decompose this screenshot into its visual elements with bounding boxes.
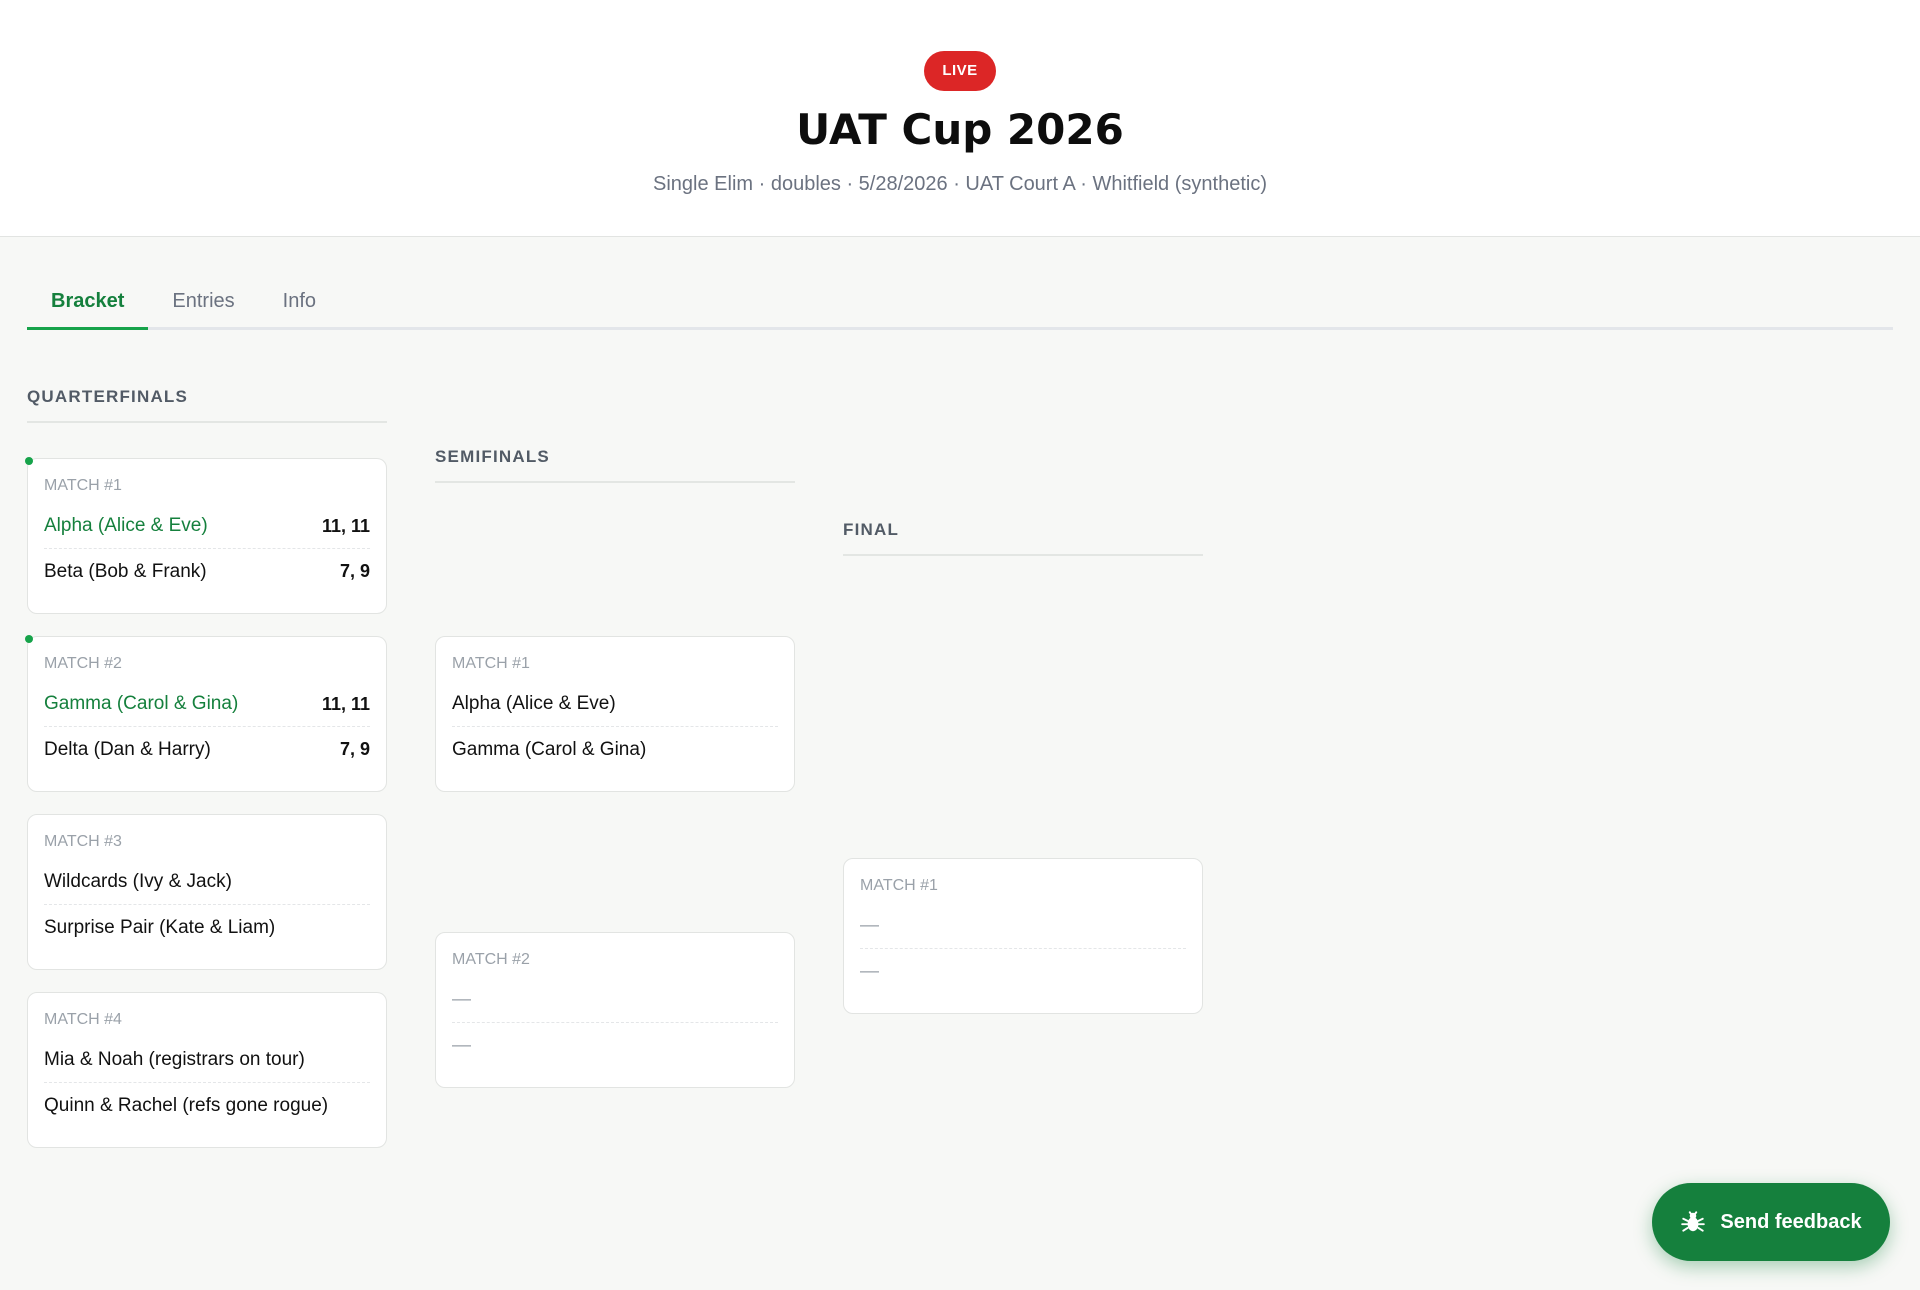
team-row: Wildcards (Ivy & Jack): [44, 860, 370, 905]
send-feedback-button[interactable]: Send feedback: [1652, 1183, 1890, 1261]
team-row: Alpha (Alice & Eve) 11, 11: [44, 504, 370, 549]
tournament-header: LIVE UAT Cup 2026 Single Elim · doubles …: [0, 0, 1920, 237]
match-label: MATCH #1: [452, 655, 530, 672]
match-label: MATCH #1: [44, 477, 122, 494]
team-row: Delta (Dan & Harry) 7, 9: [44, 727, 370, 772]
team-score: 11, 11: [321, 693, 370, 714]
team-row: Beta (Bob & Frank) 7, 9: [44, 549, 370, 594]
team-name: Beta (Bob & Frank): [44, 560, 207, 582]
team-name-placeholder: —: [452, 989, 471, 1010]
team-name-placeholder: —: [860, 960, 879, 982]
team-row: Quinn & Rachel (refs gone rogue): [44, 1083, 370, 1128]
qf-match-1[interactable]: MATCH #1 Alpha (Alice & Eve) 11, 11 Beta…: [25, 457, 387, 614]
qf-match-4[interactable]: MATCH #4 Mia & Noah (registrars on tour)…: [27, 992, 387, 1148]
live-indicator: [25, 635, 33, 643]
tab-bar: Bracket Entries Info: [27, 278, 1893, 330]
team-score: 7, 9: [339, 561, 370, 581]
round-title-final: FINAL: [843, 520, 1203, 556]
team-name: Surprise Pair (Kate & Liam): [44, 916, 276, 938]
page-title: UAT Cup 2026: [796, 105, 1124, 154]
team-row: Surprise Pair (Kate & Liam): [44, 905, 370, 950]
sf-match-2[interactable]: MATCH #2 — —: [435, 932, 795, 1088]
team-name: Gamma (Carol & Gina): [44, 693, 239, 714]
team-score: 11, 11: [321, 515, 370, 536]
team-name: Delta (Dan & Harry): [44, 738, 211, 760]
match-label: MATCH #4: [44, 1011, 122, 1028]
team-name: Alpha (Alice & Eve): [452, 693, 616, 714]
team-name-placeholder: —: [860, 915, 879, 936]
team-row: —: [860, 949, 1186, 994]
team-row: Gamma (Carol & Gina) 11, 11: [44, 682, 370, 727]
qf-match-3[interactable]: MATCH #3 Wildcards (Ivy & Jack) Surprise…: [27, 814, 387, 970]
round-title-quarterfinals: QUARTERFINALS: [27, 387, 387, 423]
final-match-1[interactable]: MATCH #1 — —: [843, 858, 1203, 1014]
match-label: MATCH #2: [44, 655, 122, 672]
send-feedback-label: Send feedback: [1720, 1210, 1862, 1233]
team-row: —: [452, 1023, 778, 1068]
match-label: MATCH #1: [860, 877, 938, 894]
tab-info[interactable]: Info: [259, 278, 340, 330]
bug-icon: [1680, 1209, 1706, 1235]
live-badge: LIVE: [924, 51, 996, 91]
round-title-semifinals: SEMIFINALS: [435, 447, 795, 483]
sf-match-1[interactable]: MATCH #1 Alpha (Alice & Eve) Gamma (Caro…: [435, 636, 795, 792]
team-row: Mia & Noah (registrars on tour): [44, 1038, 370, 1083]
team-name: Quinn & Rachel (refs gone rogue): [44, 1094, 329, 1116]
team-row: Alpha (Alice & Eve): [452, 682, 778, 727]
team-name: Wildcards (Ivy & Jack): [44, 871, 232, 892]
tab-bracket[interactable]: Bracket: [27, 278, 149, 330]
team-row: Gamma (Carol & Gina): [452, 727, 778, 772]
team-name-placeholder: —: [452, 1034, 471, 1056]
qf-match-2[interactable]: MATCH #2 Gamma (Carol & Gina) 11, 11 Del…: [25, 635, 387, 792]
tab-entries[interactable]: Entries: [148, 278, 258, 330]
team-name: Gamma (Carol & Gina): [452, 738, 647, 760]
team-row: —: [860, 904, 1186, 949]
team-score: 7, 9: [339, 739, 370, 759]
team-name: Alpha (Alice & Eve): [44, 515, 208, 536]
match-label: MATCH #3: [44, 833, 122, 850]
team-row: —: [452, 978, 778, 1023]
tournament-details: Single Elim · doubles · 5/28/2026 · UAT …: [653, 173, 1267, 195]
team-name: Mia & Noah (registrars on tour): [44, 1049, 305, 1070]
live-indicator: [25, 457, 33, 465]
match-label: MATCH #2: [452, 951, 530, 968]
